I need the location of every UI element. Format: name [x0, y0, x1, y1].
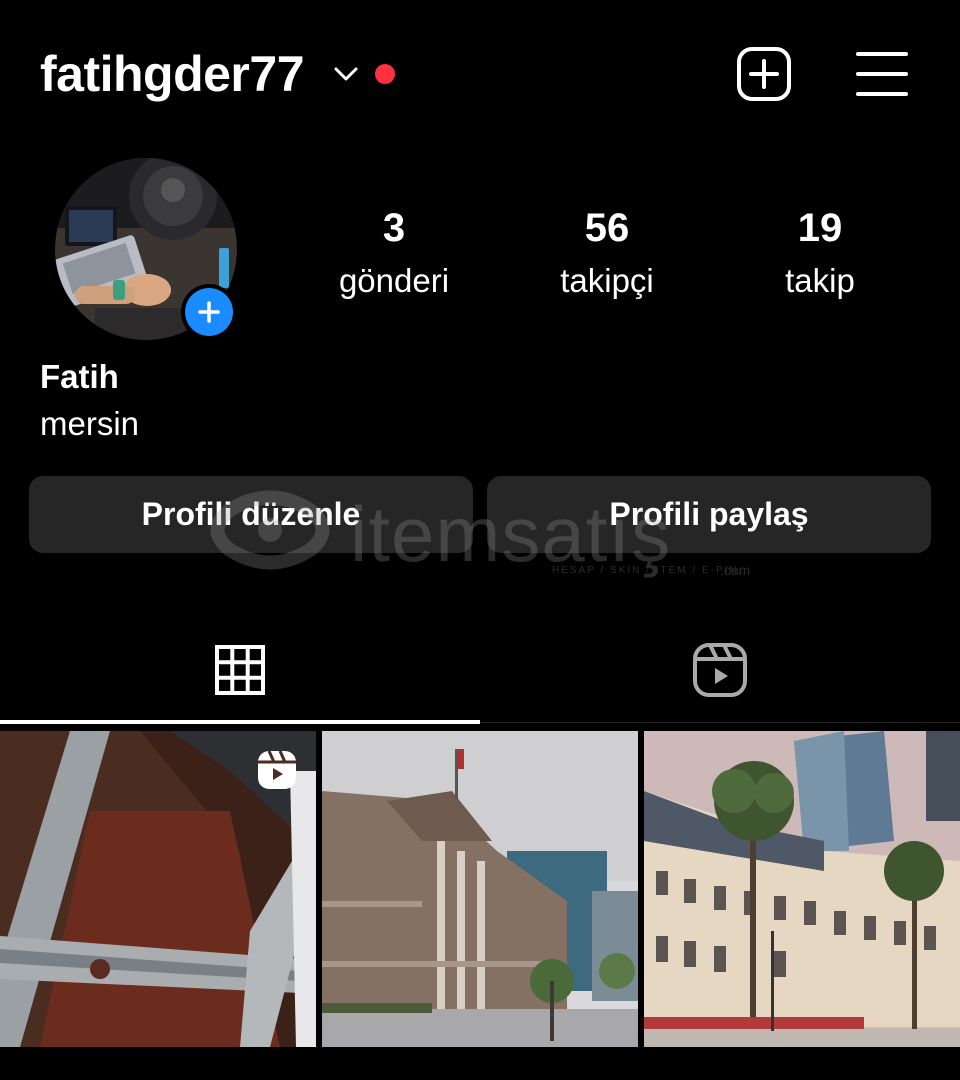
watermark-suffix: .com	[720, 562, 751, 578]
bottom-edge	[0, 1047, 960, 1080]
post-thumbnail[interactable]	[322, 731, 638, 1047]
hamburger-menu-icon[interactable]	[856, 50, 908, 98]
post-image	[322, 731, 638, 1047]
post-thumbnail[interactable]	[644, 731, 960, 1047]
stat-posts-count: 3	[382, 206, 406, 250]
post-image	[644, 731, 960, 1047]
profile-header: fatihgder77	[0, 0, 960, 150]
profile-avatar[interactable]	[55, 158, 237, 340]
tab-posts-grid[interactable]	[0, 620, 480, 720]
watermark-tagline: HESAP / SKIN / ITEM / E-PIN	[552, 565, 739, 576]
stat-followers[interactable]: 56 takipçi	[507, 200, 707, 306]
reels-icon	[258, 750, 296, 789]
stat-followers-count: 56	[584, 206, 630, 250]
tab-selected-indicator	[0, 720, 480, 724]
add-story-button[interactable]	[181, 284, 237, 340]
stat-following-label: takip	[785, 262, 855, 299]
reels-icon	[693, 643, 747, 697]
tab-divider	[480, 722, 960, 723]
tab-reels[interactable]	[480, 620, 960, 720]
share-profile-button[interactable]: Profili paylaş	[487, 476, 931, 553]
edit-profile-button[interactable]: Profili düzenle	[29, 476, 473, 553]
stat-followers-label: takipçi	[560, 262, 654, 299]
stat-posts-label: gönderi	[338, 262, 450, 299]
stat-following-count: 19	[797, 206, 843, 250]
username[interactable]: fatihgder77	[40, 44, 305, 104]
plus-circle-icon	[198, 301, 220, 323]
grid-icon	[215, 645, 265, 695]
stat-following[interactable]: 19 takip	[720, 200, 920, 306]
notification-dot	[375, 64, 395, 84]
post-thumbnail[interactable]	[0, 731, 316, 1047]
bio-text: mersin	[40, 405, 140, 442]
display-name: Fatih	[40, 358, 119, 395]
chevron-down-icon[interactable]	[332, 62, 360, 86]
plus-square-icon[interactable]	[736, 46, 792, 102]
stat-posts[interactable]: 3 gönderi	[294, 200, 494, 306]
